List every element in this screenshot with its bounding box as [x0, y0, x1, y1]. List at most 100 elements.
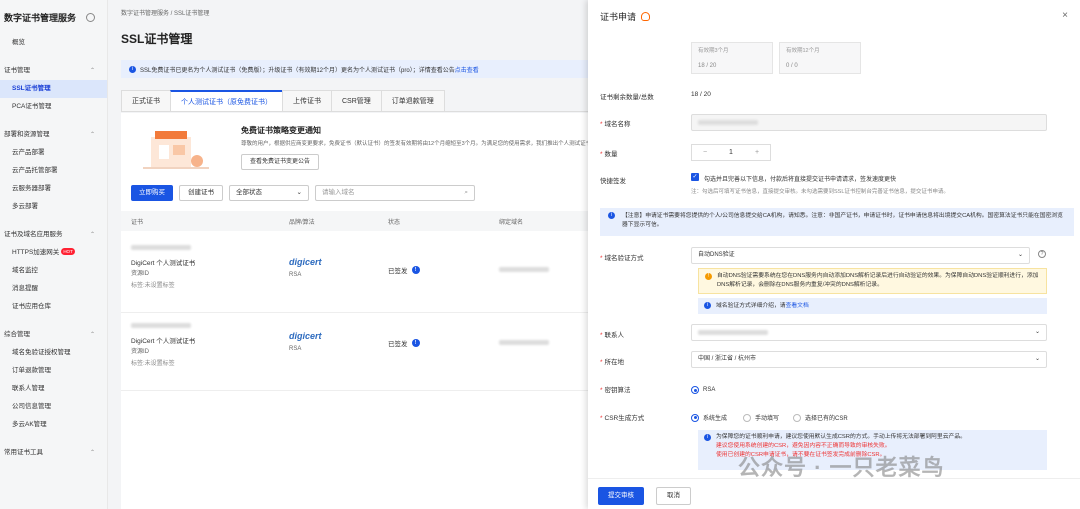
submit-button[interactable]: 提交审核 — [598, 487, 644, 505]
headset-icon[interactable] — [641, 11, 651, 21]
cert-name: DigiCert 个人测试证书 — [131, 338, 196, 345]
quota-label: 有效期12个月 — [786, 48, 820, 54]
cert-tag[interactable]: 标签:未设置标签 — [131, 280, 175, 289]
verify-method-select[interactable]: 自动DNS验证 ⌄ — [691, 247, 1030, 264]
chevron-down-icon: ⌄ — [1034, 329, 1040, 335]
sidebar-item[interactable]: 联系人管理 — [0, 380, 107, 398]
sidebar-item[interactable]: PCA证书管理 — [0, 98, 107, 116]
close-icon[interactable]: × — [1062, 10, 1068, 21]
csr-radio-existing[interactable]: 选择已有的CSR — [793, 413, 848, 422]
tab-personal-test[interactable]: 个人测试证书（原免费证书） — [170, 90, 283, 111]
verify-warning: ! 自动DNS验证需要系统在您在DNS服务内自动添加DNS解析记录后进行自动验证… — [698, 268, 1047, 294]
sidebar-item[interactable]: 证书应用仓库 — [0, 298, 107, 316]
location-select[interactable]: 中国 / 浙江省 / 杭州市 ⌄ — [691, 351, 1047, 368]
info-icon[interactable]: ! — [411, 266, 420, 274]
quota-card-3m[interactable]: 有效期3个月 18 / 20 — [691, 42, 773, 74]
sidebar-item[interactable]: 域名监控 — [0, 262, 107, 280]
search-input[interactable]: 请输入域名 ⌕ — [315, 185, 475, 201]
sidebar-group[interactable]: 综合管理 ⌃ — [0, 326, 107, 344]
sidebar-item[interactable]: 云服务器部署 — [0, 180, 107, 198]
sidebar-item-label: 订单退款管理 — [12, 367, 51, 374]
csr-radio-manual[interactable]: 手动填写 — [743, 413, 779, 422]
sidebar-group[interactable]: 证书及域名应用服务 ⌃ — [0, 226, 107, 244]
sidebar-title-text: 数字证书管理服务 — [4, 12, 77, 23]
promo-text: 尊敬的用户，根据供应商变更要求，免费证书（默认证书）的签发有效期将由12个月缩短… — [241, 141, 588, 147]
cert-algo: RSA — [289, 346, 302, 352]
chevron-up-icon: ⌃ — [89, 232, 95, 238]
csr-label-text: CSR生成方式 — [604, 415, 645, 422]
sidebar-item-label: 证书管理 — [4, 67, 30, 74]
table-row[interactable]: DigiCert 个人测试证书 资源ID 标签:未设置标签 digicert R… — [121, 235, 588, 313]
main-content: 数字证书管理服务 / SSL证书管理 SSL证书管理 i SSL免费证书已更名为… — [108, 0, 588, 509]
blurred-id — [131, 245, 191, 250]
sidebar-item[interactable]: 多云AK管理 — [0, 416, 107, 434]
sidebar-divider — [0, 316, 107, 326]
help-icon[interactable]: ? — [1038, 250, 1046, 258]
search-icon[interactable]: ⌕ — [464, 186, 468, 200]
sidebar-item[interactable]: 订单退款管理 — [0, 362, 107, 380]
tab-formal[interactable]: 正式证书 — [121, 90, 171, 111]
info-icon[interactable]: ! — [411, 339, 420, 347]
tab-csr[interactable]: CSR管理 — [331, 90, 382, 111]
sidebar-item-label: 证书及域名应用服务 — [4, 231, 63, 238]
csr-radio-system[interactable]: 系统生成 — [691, 413, 727, 422]
col-status: 状态 — [388, 220, 401, 226]
breadcrumb[interactable]: 数字证书管理服务 / SSL证书管理 — [121, 8, 209, 17]
col-cert: 证书 — [131, 220, 144, 226]
plus-button[interactable]: + — [744, 149, 770, 156]
tab-refund[interactable]: 订单退款管理 — [380, 90, 445, 111]
blurred-domain — [499, 340, 549, 345]
blurred-domain — [499, 267, 549, 272]
sidebar-item[interactable]: HTTPS加速网关 HOT — [0, 244, 107, 262]
create-cert-button[interactable]: 创建证书 — [179, 185, 223, 201]
notice-bar: i SSL免费证书已更名为个人测试证书（免费版）；升级证书（有效期12个月）更名… — [121, 60, 588, 78]
quota-card-12m[interactable]: 有效期12个月 0 / 0 — [779, 42, 861, 74]
buy-now-button[interactable]: 立即购买 — [131, 185, 173, 201]
tab-upload[interactable]: 上传证书 — [282, 90, 332, 111]
chevron-down-icon: ⌄ — [1034, 356, 1040, 362]
table-row[interactable]: DigiCert 个人测试证书 资源ID 标签:未设置标签 digicert R… — [121, 313, 588, 391]
domain-field[interactable] — [691, 114, 1047, 131]
sidebar-item[interactable]: 多云部署 — [0, 198, 107, 216]
promo-banner: 免费证书策略变更通知 尊敬的用户，根据供应商变更要求，免费证书（默认证书）的签发… — [131, 121, 588, 181]
sidebar-group[interactable]: 证书管理 ⌃ — [0, 62, 107, 80]
cert-algo: RSA — [289, 272, 302, 278]
watermark: 公众号 · 一只老菜鸟 — [738, 455, 945, 480]
sidebar-divider — [0, 434, 107, 444]
sidebar-item[interactable]: 云产品托管部署 — [0, 162, 107, 180]
chevron-up-icon: ⌃ — [89, 132, 95, 138]
sidebar-item[interactable]: 消息提醒 — [0, 280, 107, 298]
notice-link[interactable]: 点击查看 — [455, 65, 479, 74]
digicert-logo: digicert — [289, 331, 322, 341]
view-announcement-button[interactable]: 查看免费证书变更公告 — [241, 154, 320, 170]
cert-tag[interactable]: 标签:未设置标签 — [131, 358, 175, 367]
minus-button[interactable]: − — [692, 149, 718, 156]
sidebar-item[interactable]: 概览 — [0, 34, 107, 52]
contact-select[interactable]: ⌄ — [691, 324, 1047, 341]
col-domain: 绑定域名 — [499, 220, 524, 226]
sidebar-item[interactable]: 云产品部署 — [0, 144, 107, 162]
sidebar-item[interactable]: 公司信息管理 — [0, 398, 107, 416]
sidebar-group[interactable]: 常用证书工具 ⌃ — [0, 444, 107, 462]
blurred-domain — [698, 120, 758, 125]
sidebar-item-label: 云产品托管部署 — [12, 167, 58, 174]
resource-id: 资源ID — [131, 271, 150, 277]
sidebar-item-label: 证书应用仓库 — [12, 303, 51, 310]
domain-label: * 域名名称 — [600, 121, 631, 128]
status-select[interactable]: 全部状态 ⌄ — [229, 185, 309, 201]
sidebar-group[interactable]: 部署和资源管理 ⌃ — [0, 126, 107, 144]
algo-radio-rsa[interactable]: RSA — [691, 386, 715, 394]
gear-icon[interactable] — [86, 12, 95, 22]
quick-issue-checkbox[interactable]: ✓ — [691, 173, 699, 181]
sidebar-divider — [0, 116, 107, 126]
view-doc-link[interactable]: 查看文档 — [786, 303, 809, 309]
sidebar-item[interactable]: 域名免验证授权管理 — [0, 344, 107, 362]
quantity-stepper[interactable]: − 1 + — [691, 144, 771, 161]
chevron-up-icon: ⌃ — [89, 332, 95, 338]
sidebar-item[interactable]: SSL证书管理 — [0, 80, 107, 98]
status-text: 已签发 — [388, 341, 408, 348]
sidebar-item-label: 消息提醒 — [12, 285, 38, 292]
cancel-button[interactable]: 取消 — [656, 487, 691, 505]
verify-label-text: 域名验证方式 — [604, 255, 644, 262]
remaining-value: 18 / 20 — [691, 91, 711, 98]
